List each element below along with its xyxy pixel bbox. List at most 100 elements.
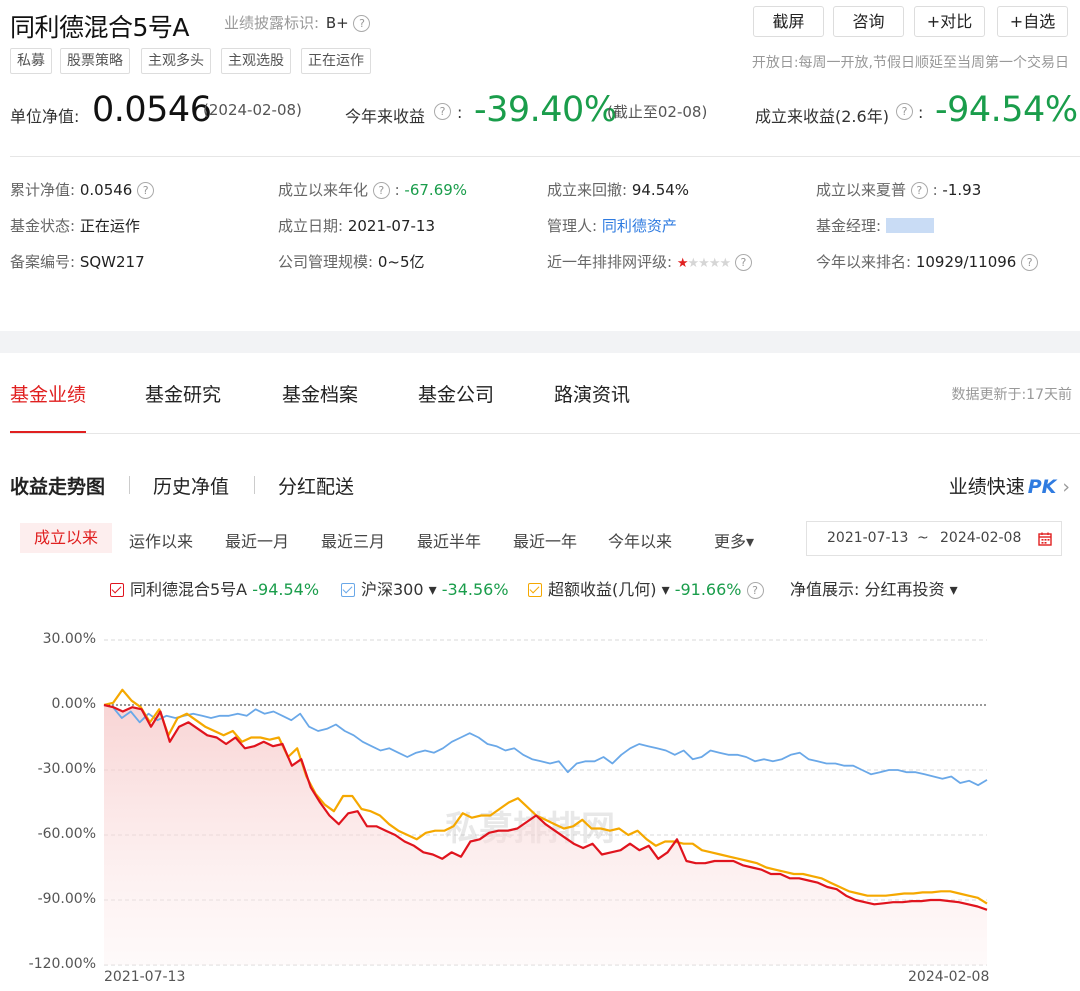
since-help-icon[interactable]: ? [896,103,913,120]
manager-name-blurred[interactable] [885,218,934,233]
tab-roadshow[interactable]: 路演资讯 [554,380,630,407]
screenshot-button[interactable]: 截屏 [753,6,824,37]
period-ytd[interactable]: 今年以来 [608,528,672,552]
checkbox-excess[interactable] [528,583,542,597]
date-range-picker[interactable]: 2021-07-13 ~ 2024-02-08 [806,521,1062,556]
nav-display-label: 净值展示: [790,580,860,599]
legend-index[interactable]: 沪深300 ▾ -34.56% [341,576,509,600]
scale-label: 公司管理规模: [278,253,374,271]
subtab-dividend[interactable]: 分红配送 [278,472,354,499]
rating-label: 近一年排排网评级: [547,253,673,271]
perf-pk-link[interactable]: 业绩快速 PK › [949,472,1070,499]
ytd-help-icon[interactable]: ? [434,103,451,120]
manager-company: 管理人: 同利德资产 [547,215,677,236]
legend-excess[interactable]: 超额收益(几何) ▾ -91.66% ? [528,576,764,600]
annualized-value: -67.69% [404,181,468,199]
max-drawdown: 成立来回撤: 94.54% [547,179,689,200]
tag-long: 主观多头 [141,48,211,74]
nav-display[interactable]: 净值展示: 分红再投资 ▾ [790,576,958,600]
fund-title: 同利德混合5号A [10,13,190,42]
cum-nav: 累计净值: 0.0546 ? [10,179,155,200]
sharpe-help-icon[interactable]: ? [910,182,928,199]
period-6m[interactable]: 最近半年 [417,528,481,552]
disclosure-label-text: 业绩披露标识: [224,14,320,32]
ytd-label: 今年来收益 [345,107,426,126]
perf-pk-label: 业绩快速 [948,476,1025,498]
period-since-operation[interactable]: 运作以来 [129,528,193,552]
tab-performance[interactable]: 基金业绩 [10,380,86,407]
since-colon: : [918,103,924,122]
section-separator [0,331,1080,353]
performance-chart[interactable]: 私募排排网 [0,620,1080,970]
cum-nav-label: 累计净值: [10,181,76,199]
star-empty-icon: ★ [719,256,731,271]
star-empty-icon: ★ [698,256,710,271]
period-since-inception[interactable]: 成立以来 [20,523,113,553]
inception-label: 成立日期: [278,217,344,235]
period-1y[interactable]: 最近一年 [513,528,577,552]
annualized-label: 成立以来年化 [278,181,369,199]
star-empty-icon: ★ [708,256,721,271]
star-filled-icon: ★ [676,256,689,271]
disclosure-label: 业绩披露标识: B+ ? [224,12,371,33]
date-end[interactable]: 2024-02-08 [940,522,1021,555]
tabs-divider [10,433,1080,434]
ytd-rank: 今年以来排名: 10929/11096 ? [816,251,1039,272]
tag-stock-picking: 主观选股 [221,48,291,74]
rank-help-icon[interactable]: ? [1021,254,1039,271]
checkbox-index[interactable] [341,583,355,597]
legend-excess-name[interactable]: 超额收益(几何) ▾ [548,580,670,599]
drawdown-value: 94.54% [631,181,690,199]
subtab-separator [129,476,130,494]
legend-index-value: -34.56% [441,580,509,599]
compare-button[interactable]: +对比 [914,6,985,37]
reg-label: 备案编号: [10,253,76,271]
consult-button[interactable]: 咨询 [833,6,904,37]
since-inception-return: -94.54% [935,90,1078,130]
calendar-icon[interactable] [1038,532,1052,546]
rating-stars: ★★★★★ [676,256,731,271]
sharpe: 成立以来夏普 ? : -1.93 [816,179,981,200]
pk-badge: PK [1027,476,1057,498]
manager-company-link[interactable]: 同利德资产 [602,217,677,235]
date-start[interactable]: 2021-07-13 [827,522,908,555]
tab-company[interactable]: 基金公司 [418,380,494,407]
ytd-note: (截止至02-08) [607,103,708,121]
subtab-return-trend[interactable]: 收益走势图 [10,472,105,499]
date-sep: ~ [917,530,929,546]
excess-help-icon[interactable]: ? [746,582,764,599]
drawdown-label: 成立来回撤: [547,181,628,199]
disclosure-value: B+ [325,14,349,32]
divider [10,156,1080,157]
rank-label: 今年以来排名: [816,253,912,271]
nav-date: (2024-02-08) [203,101,302,119]
subtab-history-nav[interactable]: 历史净值 [153,472,229,499]
ytd-colon: : [457,103,463,122]
rank-value: 10929/11096 [915,253,1017,271]
company-scale: 公司管理规模: 0~5亿 [278,251,425,272]
legend-fund[interactable]: 同利德混合5号A -94.54% [110,576,319,600]
tab-research[interactable]: 基金研究 [145,380,221,407]
star-empty-icon: ★ [687,256,700,271]
checkbox-fund[interactable] [110,583,124,597]
ytd-return: -39.40% [474,90,617,130]
sharpe-colon: : [932,181,938,199]
period-3m[interactable]: 最近三月 [321,528,385,552]
legend-fund-name: 同利德混合5号A [130,580,248,599]
status-label: 基金状态: [10,217,76,235]
watchlist-button[interactable]: +自选 [997,6,1068,37]
registration-no: 备案编号: SQW217 [10,251,145,272]
period-1m[interactable]: 最近一月 [225,528,289,552]
tab-profile[interactable]: 基金档案 [282,380,358,407]
subtab-separator [254,476,255,494]
fund-manager: 基金经理: [816,215,934,236]
legend-index-name[interactable]: 沪深300 ▾ [361,580,437,599]
help-icon[interactable]: ? [353,15,371,32]
cum-nav-help-icon[interactable]: ? [137,182,155,199]
nav-value: 0.0546 [92,90,212,130]
nav-display-select[interactable]: 分红再投资 ▾ [865,580,958,599]
annualized-help-icon[interactable]: ? [372,182,390,199]
rating-help-icon[interactable]: ? [734,254,752,271]
tag-private: 私募 [10,48,52,74]
period-more[interactable]: 更多▾ [714,528,754,552]
